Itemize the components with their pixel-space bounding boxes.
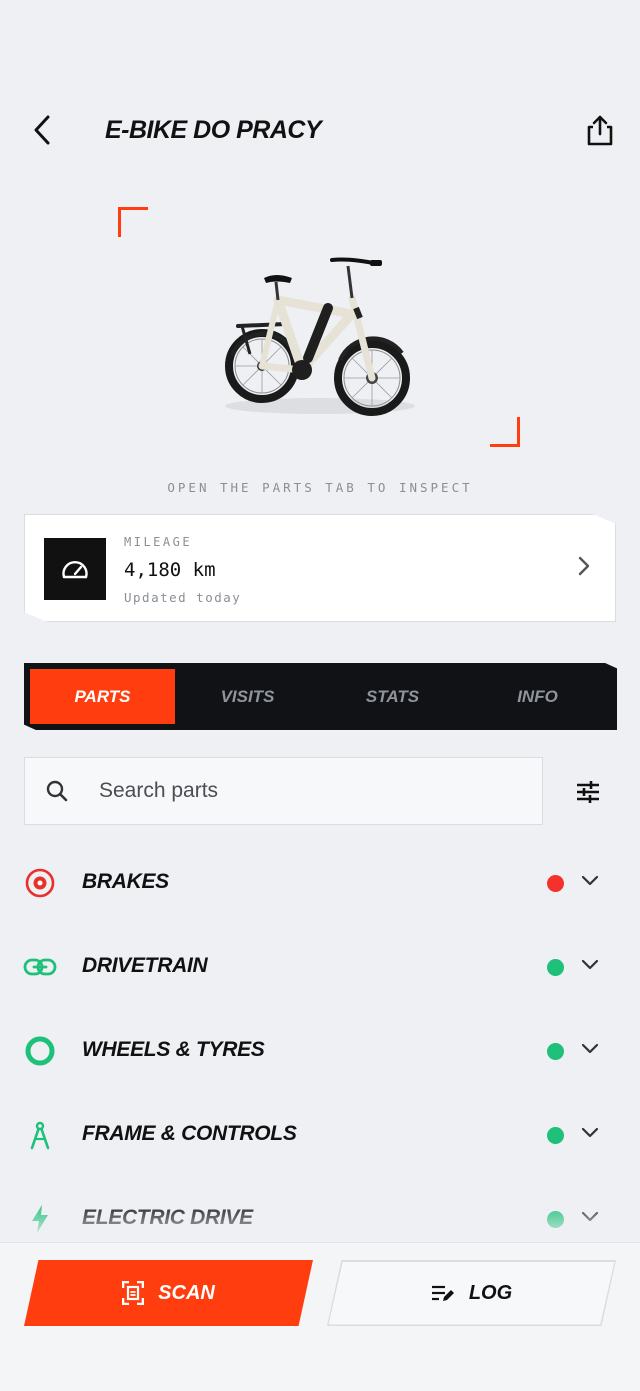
tab-visits[interactable]: VISITS <box>175 669 320 724</box>
inspect-hint: OPEN THE PARTS TAB TO INSPECT <box>167 480 473 495</box>
ring-icon <box>22 1034 58 1068</box>
page-title: E-BIKE DO PRACY <box>105 116 322 144</box>
mileage-value: 4,180 km <box>124 559 216 581</box>
bike-hero <box>0 200 640 460</box>
e-bike-image <box>225 257 415 416</box>
part-row-frame-controls[interactable]: FRAME & CONTROLS <box>0 1092 640 1176</box>
share-icon <box>587 115 613 146</box>
chain-link-icon <box>22 950 58 984</box>
filter-button[interactable] <box>567 771 609 813</box>
compass-icon <box>22 1118 58 1152</box>
part-name: ELECTRIC DRIVE <box>82 1206 253 1229</box>
chevron-right-icon <box>578 556 590 576</box>
search-box <box>24 757 543 825</box>
tab-stats[interactable]: STATS <box>320 669 465 724</box>
search-icon <box>46 780 68 802</box>
chevron-down-icon[interactable] <box>580 874 600 888</box>
part-row-drivetrain[interactable]: DRIVETRAIN <box>0 924 640 1008</box>
status-dot <box>547 1211 564 1228</box>
status-dot <box>547 959 564 976</box>
status-dot <box>547 1043 564 1060</box>
status-dot <box>547 1127 564 1144</box>
chevron-down-icon[interactable] <box>580 958 600 972</box>
part-row-brakes[interactable]: BRAKES <box>0 840 640 924</box>
mileage-card[interactable]: MILEAGE 4,180 km Updated today <box>24 514 616 622</box>
search-input[interactable] <box>99 758 519 824</box>
part-name: WHEELS & TYRES <box>82 1038 265 1061</box>
mileage-updated: Updated today <box>124 590 242 605</box>
header: E-BIKE DO PRACY <box>0 100 640 160</box>
speedometer-icon <box>62 560 88 579</box>
section-tabs: PARTS VISITS STATS INFO <box>24 663 617 730</box>
share-button[interactable] <box>580 110 620 150</box>
scan-label: SCAN <box>158 1281 215 1304</box>
part-name: FRAME & CONTROLS <box>82 1122 297 1145</box>
part-row-wheels-tyres[interactable]: WHEELS & TYRES <box>0 1008 640 1092</box>
chevron-down-icon[interactable] <box>580 1042 600 1056</box>
chevron-down-icon[interactable] <box>580 1210 600 1224</box>
mileage-label: MILEAGE <box>124 535 193 549</box>
tab-parts[interactable]: PARTS <box>30 669 175 724</box>
edit-list-icon <box>431 1285 454 1301</box>
log-label: LOG <box>468 1281 513 1304</box>
part-name: BRAKES <box>82 870 169 893</box>
frame-corner-bottom-right <box>490 417 520 447</box>
bottom-action-bar: SCAN LOG <box>0 1242 640 1391</box>
lightning-icon <box>22 1202 58 1236</box>
chevron-down-icon[interactable] <box>580 1126 600 1140</box>
scan-icon <box>122 1281 145 1305</box>
tab-info[interactable]: INFO <box>465 669 610 724</box>
frame-corner-top-left <box>118 207 148 237</box>
part-name: DRIVETRAIN <box>82 954 208 977</box>
target-icon <box>22 866 58 900</box>
back-button[interactable] <box>24 112 60 148</box>
mileage-icon-badge <box>44 538 106 600</box>
scan-button[interactable]: SCAN <box>24 1260 313 1326</box>
log-button[interactable]: LOG <box>327 1260 616 1326</box>
log-button-inner: LOG <box>328 1261 615 1325</box>
sliders-icon <box>577 781 599 803</box>
chevron-left-icon <box>34 115 50 145</box>
status-dot <box>547 875 564 892</box>
